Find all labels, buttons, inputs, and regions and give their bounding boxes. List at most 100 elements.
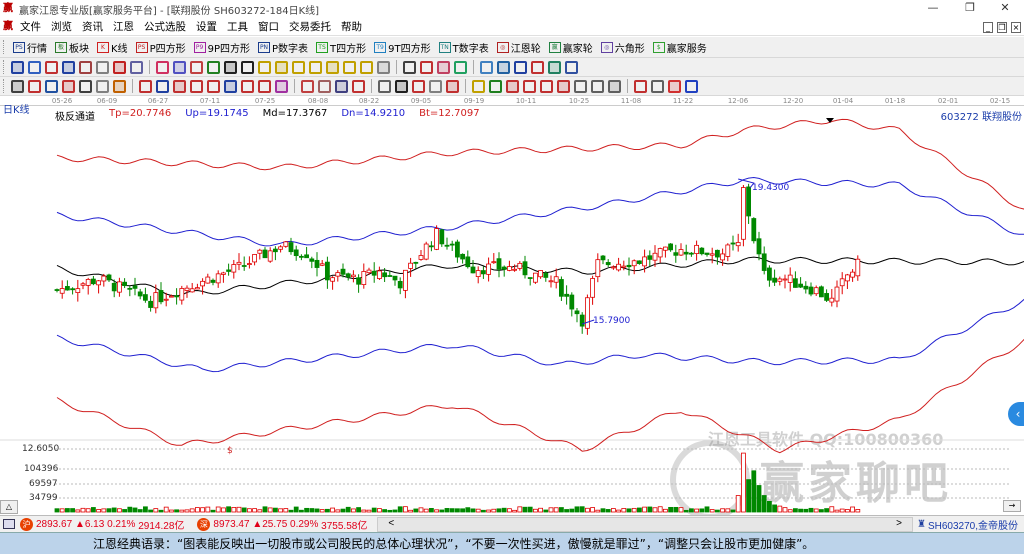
tool-icon[interactable]: [113, 79, 126, 93]
minimize-button[interactable]: —: [918, 0, 948, 18]
tool-icon[interactable]: [11, 79, 24, 93]
tool-icon[interactable]: [62, 60, 75, 74]
tool-icon[interactable]: [96, 79, 109, 93]
sz-index[interactable]: 深 8973.47 ▲25.75 0.29% 3755.58亿: [194, 517, 367, 532]
tool-icon[interactable]: [292, 60, 305, 74]
tool-icon[interactable]: [28, 60, 41, 74]
tool-icon[interactable]: [335, 79, 348, 93]
tool-icon[interactable]: [412, 79, 425, 93]
toolbar-grip[interactable]: [3, 40, 6, 54]
tool-icon[interactable]: [489, 79, 502, 93]
tool-icon[interactable]: [224, 79, 237, 93]
toolbar-button-11[interactable]: ◎ 六角形: [600, 40, 645, 55]
scroll-left-button[interactable]: <: [388, 518, 394, 529]
tool-icon[interactable]: [395, 79, 408, 93]
tool-icon[interactable]: [651, 79, 664, 93]
toolbar-button-4[interactable]: P9 9P四方形: [193, 40, 250, 55]
tool-icon[interactable]: [360, 60, 373, 74]
toolbar-button-12[interactable]: $ 赢家服务: [652, 40, 707, 55]
ticker-stock[interactable]: SH603270,金帝股份: [928, 517, 1018, 532]
menu-item-8[interactable]: 交易委托: [289, 19, 331, 34]
tool-icon[interactable]: [309, 60, 322, 74]
tool-icon[interactable]: [207, 79, 220, 93]
panel-arrow-button[interactable]: →: [1003, 500, 1021, 512]
tool-icon[interactable]: [591, 79, 604, 93]
tool-icon[interactable]: [173, 60, 186, 74]
tool-icon[interactable]: [326, 60, 339, 74]
close-button[interactable]: ✕: [990, 0, 1020, 18]
tool-icon[interactable]: [45, 79, 58, 93]
toolbar-button-3[interactable]: PS P四方形: [135, 40, 186, 55]
menu-item-0[interactable]: 文件: [20, 19, 41, 34]
scroll-right-button[interactable]: >: [896, 518, 902, 529]
tool-icon[interactable]: [420, 60, 433, 74]
tool-icon[interactable]: [258, 79, 271, 93]
mdi-close-button[interactable]: ×: [1011, 22, 1021, 33]
tool-icon[interactable]: [668, 79, 681, 93]
restore-button[interactable]: ❐: [955, 0, 985, 18]
menu-item-2[interactable]: 资讯: [82, 19, 103, 34]
tool-icon[interactable]: [506, 79, 519, 93]
ticker-scrollbar[interactable]: < >: [377, 516, 913, 532]
toolbar-button-10[interactable]: 赢赢家轮: [548, 40, 593, 55]
kline-chart[interactable]: 19.4300 15.7900 $: [0, 106, 1024, 515]
tool-icon[interactable]: [352, 79, 365, 93]
tool-icon[interactable]: [540, 79, 553, 93]
tool-icon[interactable]: [96, 60, 109, 74]
tool-icon[interactable]: [429, 79, 442, 93]
menu-item-7[interactable]: 窗口: [258, 19, 279, 34]
menu-item-1[interactable]: 浏览: [51, 19, 72, 34]
tool-icon[interactable]: [11, 60, 24, 74]
tool-icon[interactable]: [28, 79, 41, 93]
tool-icon[interactable]: [301, 79, 314, 93]
toolbar-button-0[interactable]: PS 行情: [13, 40, 47, 55]
toolbar-button-7[interactable]: T9 9T四方形: [374, 40, 431, 55]
tool-icon[interactable]: [531, 60, 544, 74]
tool-icon[interactable]: [207, 60, 220, 74]
tool-icon[interactable]: [130, 60, 143, 74]
menu-item-5[interactable]: 设置: [196, 19, 217, 34]
toolbar-grip[interactable]: [3, 60, 6, 74]
toolbar-button-1[interactable]: 板板块: [55, 40, 89, 55]
tool-icon[interactable]: [241, 60, 254, 74]
tool-icon[interactable]: [685, 79, 698, 93]
tool-icon[interactable]: [403, 60, 416, 74]
menu-item-6[interactable]: 工具: [227, 19, 248, 34]
tool-icon[interactable]: [514, 60, 527, 74]
tool-icon[interactable]: [472, 79, 485, 93]
tool-icon[interactable]: [548, 60, 561, 74]
tool-icon[interactable]: [377, 60, 390, 74]
tool-icon[interactable]: [608, 79, 621, 93]
toolbar-button-8[interactable]: TN T数字表: [438, 40, 489, 55]
toolbar-button-6[interactable]: TS T四方形: [316, 40, 366, 55]
menu-item-9[interactable]: 帮助: [341, 19, 362, 34]
tool-icon[interactable]: [258, 60, 271, 74]
toolbar-button-2[interactable]: K K线: [97, 40, 128, 55]
tool-icon[interactable]: [275, 60, 288, 74]
tool-icon[interactable]: [574, 79, 587, 93]
tool-icon[interactable]: [45, 60, 58, 74]
tool-icon[interactable]: [156, 79, 169, 93]
tool-icon[interactable]: [190, 79, 203, 93]
sh-index[interactable]: 沪 2893.67 ▲6.13 0.21% 2914.28亿: [17, 517, 184, 532]
tool-icon[interactable]: [79, 60, 92, 74]
tool-icon[interactable]: [497, 60, 510, 74]
mdi-minimize-button[interactable]: _: [983, 22, 993, 33]
tool-icon[interactable]: [113, 60, 126, 74]
tool-icon[interactable]: [557, 79, 570, 93]
quote-table-icon[interactable]: [3, 519, 15, 529]
tool-icon[interactable]: [446, 79, 459, 93]
tool-icon[interactable]: [156, 60, 169, 74]
tool-icon[interactable]: [275, 79, 288, 93]
expand-panel-button[interactable]: △: [0, 500, 18, 514]
tool-icon[interactable]: [173, 79, 186, 93]
tool-icon[interactable]: [480, 60, 493, 74]
tool-icon[interactable]: [79, 79, 92, 93]
tool-icon[interactable]: [523, 79, 536, 93]
tool-icon[interactable]: [190, 60, 203, 74]
tool-icon[interactable]: [139, 79, 152, 93]
tool-icon[interactable]: [634, 79, 647, 93]
mdi-restore-button[interactable]: ❐: [997, 22, 1007, 33]
menu-item-4[interactable]: 公式选股: [144, 19, 186, 34]
toolbar-button-9[interactable]: ◎ 江恩轮: [496, 40, 541, 55]
